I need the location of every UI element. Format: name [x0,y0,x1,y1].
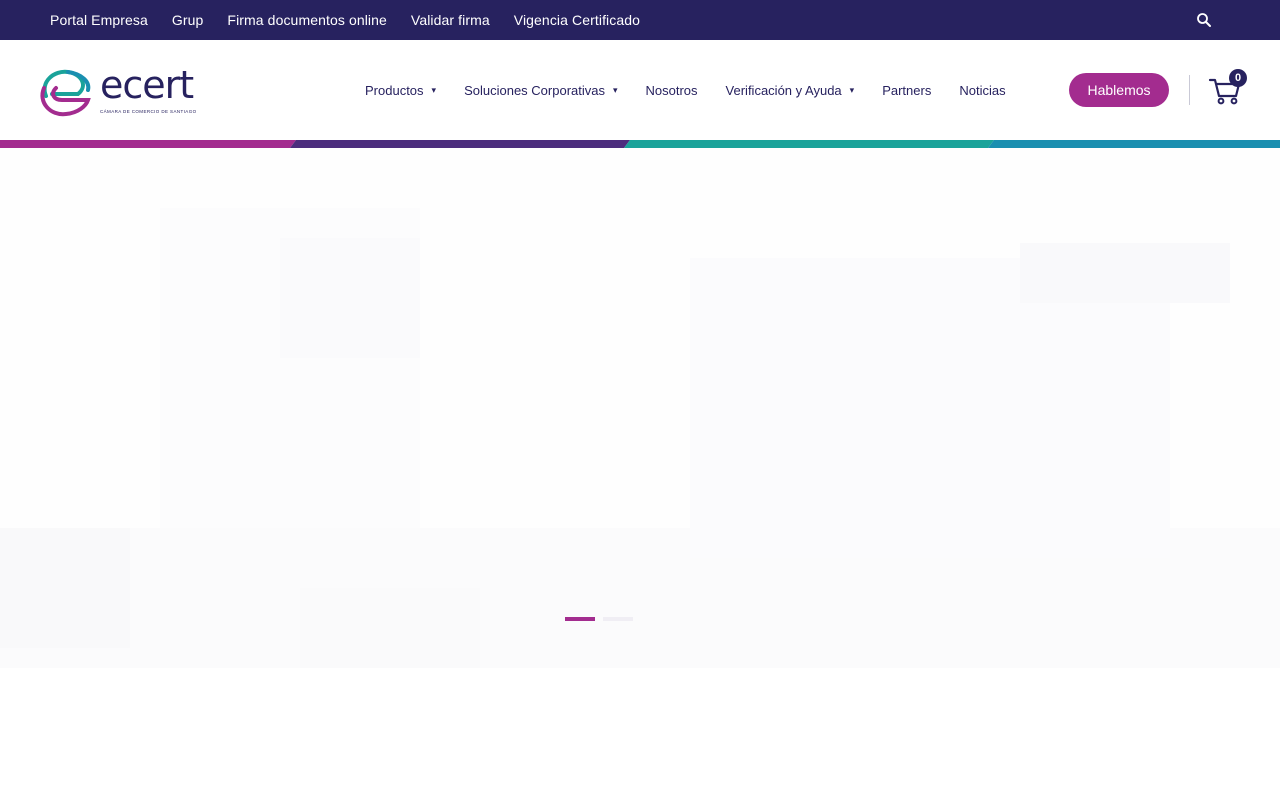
top-link-firma-documentos[interactable]: Firma documentos online [227,12,387,28]
main-header: ecert CÁMARA DE COMERCIO DE SANTIAGO Pro… [0,40,1280,140]
nav-item-verificacion-ayuda[interactable]: Verificación y Ayuda ▾ [726,83,855,98]
nav-item-productos[interactable]: Productos ▾ [365,83,436,98]
chevron-down-icon: ▾ [849,84,855,95]
nav-item-label: Verificación y Ayuda [725,82,842,98]
main-nav: Productos ▾ Soluciones Corporativas ▾ No… [365,40,1034,140]
nav-item-label: Soluciones Corporativas [464,82,605,98]
nav-item-label: Partners [882,82,932,98]
nav-item-label: Productos [365,82,424,98]
top-link-portal-empresa[interactable]: Portal Empresa [50,12,148,28]
hero-slider [0,148,1280,668]
brand-color-strip [0,140,1280,148]
nav-item-soluciones-corporativas[interactable]: Soluciones Corporativas ▾ [464,83,617,98]
logo-wordmark: ecert [100,63,194,107]
slider-dot-2[interactable] [603,617,633,621]
top-bar: Portal Empresa Grup Firma documentos onl… [0,0,1280,40]
top-link-validar-firma[interactable]: Validar firma [411,12,490,28]
search-icon[interactable] [1196,12,1212,28]
ecert-logo[interactable]: ecert CÁMARA DE COMERCIO DE SANTIAGO [38,63,197,120]
header-divider [1189,75,1190,105]
top-bar-links: Portal Empresa Grup Firma documentos onl… [50,0,664,40]
top-link-vigencia-certificado[interactable]: Vigencia Certificado [514,12,640,28]
chevron-down-icon: ▾ [431,84,437,95]
nav-item-label: Nosotros [645,82,698,98]
nav-item-noticias[interactable]: Noticias [959,83,1005,98]
nav-item-nosotros[interactable]: Nosotros [646,83,698,98]
slider-dot-1[interactable] [565,617,595,621]
logo-mark-icon [40,69,91,117]
top-link-grup[interactable]: Grup [172,12,204,28]
cart-count-badge: 0 [1229,69,1247,87]
slider-pagination [565,617,641,621]
logo-tagline: CÁMARA DE COMERCIO DE SANTIAGO [100,109,197,114]
hablemos-button[interactable]: Hablemos [1069,73,1169,107]
nav-item-label: Noticias [959,82,1006,98]
nav-item-partners[interactable]: Partners [882,83,931,98]
chevron-down-icon: ▾ [612,84,618,95]
hero-background-image [0,148,1280,668]
